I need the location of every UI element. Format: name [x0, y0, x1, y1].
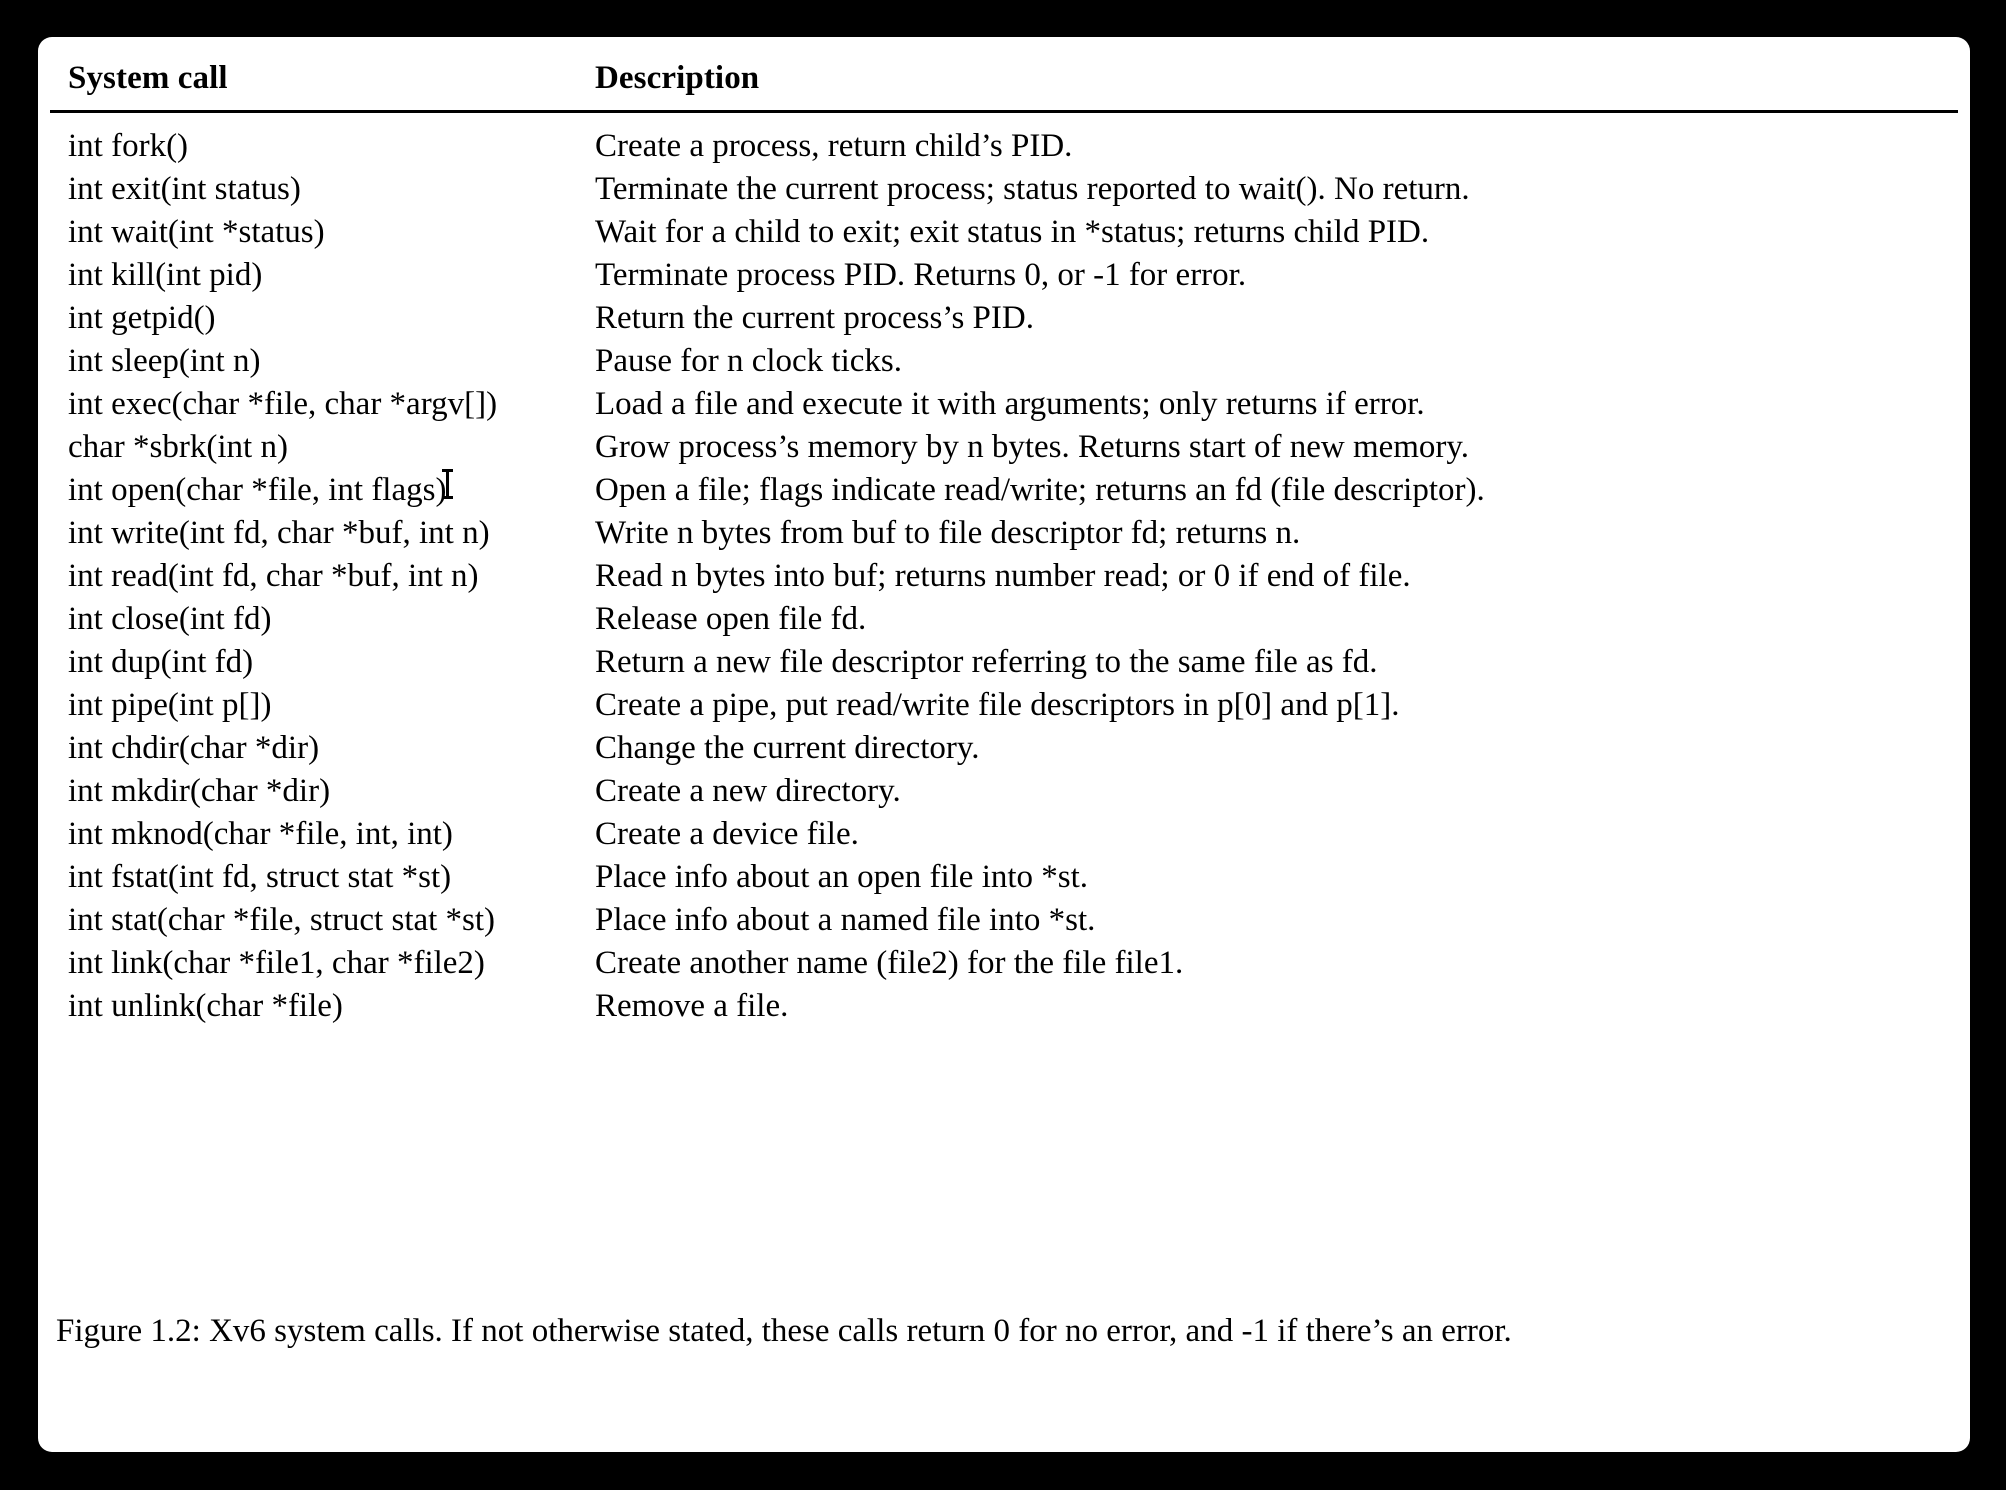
syscall-description-cell: Change the current directory. [595, 730, 980, 766]
column-header-description: Description [595, 60, 760, 96]
syscall-signature-cell: int open(char *file, int flags) [68, 472, 447, 508]
table-row: int read(int fd, char *buf, int n) Read n… [50, 555, 1958, 598]
table-row: int kill(int pid) Terminate process PID. … [50, 254, 1958, 297]
syscall-description-cell: Pause for n clock ticks. [595, 343, 903, 379]
table-row: int stat(char *file, struct stat *st) Pla… [50, 899, 1958, 942]
syscall-signature-cell: int dup(int fd) [68, 644, 254, 680]
syscall-signature-cell: int link(char *file1, char *file2) [68, 945, 485, 981]
table-row: int write(int fd, char *buf, int n) Write… [50, 512, 1958, 555]
syscall-description-cell: Terminate process PID. Returns 0, or -1 … [595, 257, 1247, 293]
syscall-description-cell: Create a process, return child’s PID. [595, 128, 1073, 164]
table-row: char *sbrk(int n) Grow process’s memory b… [50, 426, 1958, 469]
syscall-description-cell: Create another name (file2) for the file… [595, 945, 1184, 981]
syscall-signature-cell: int sleep(int n) [68, 343, 261, 379]
syscall-signature-cell: int exit(int status) [68, 171, 301, 207]
syscall-description-cell: Release open file fd. [595, 601, 867, 637]
syscall-description-cell: Load a file and execute it with argument… [595, 386, 1425, 422]
syscall-signature-cell: int write(int fd, char *buf, int n) [68, 515, 490, 551]
table-row: int dup(int fd) Return a new file descrip… [50, 641, 1958, 684]
syscall-description-cell: Return a new file descriptor referring t… [595, 644, 1378, 680]
syscall-signature-cell: int kill(int pid) [68, 257, 263, 293]
table-row: int wait(int *status) Wait for a child to… [50, 211, 1958, 254]
syscall-description-cell: Terminate the current process; status re… [595, 171, 1470, 207]
table-row: int unlink(char *file) Remove a file. [50, 985, 1958, 1028]
table-row: int open(char *file, int flags) Open a fi… [50, 469, 1958, 512]
syscall-signature-cell: int unlink(char *file) [68, 988, 343, 1024]
table-row: int close(int fd) Release open file fd. [50, 598, 1958, 641]
table-header-row: System call Description [50, 45, 1958, 112]
syscall-description-cell: Create a new directory. [595, 773, 901, 809]
syscall-description-cell: Grow process’s memory by n bytes. Return… [595, 429, 1470, 465]
table-row: int exec(char *file, char *argv[]) Load a… [50, 383, 1958, 426]
syscall-description-cell: Wait for a child to exit; exit status in… [595, 214, 1430, 250]
syscall-signature-cell: int exec(char *file, char *argv[]) [68, 386, 498, 422]
table-row: int mkdir(char *dir) Create a new directo… [50, 770, 1958, 813]
syscall-description-cell: Write n bytes from buf to file descripto… [595, 515, 1301, 551]
syscall-signature-cell: char *sbrk(int n) [68, 429, 288, 465]
syscall-signature-cell: int mkdir(char *dir) [68, 773, 331, 809]
syscall-signature-cell: int fstat(int fd, struct stat *st) [68, 859, 452, 895]
table-row: int fstat(int fd, struct stat *st) Place … [50, 856, 1958, 899]
table-row: int fork() Create a process, return child… [50, 112, 1958, 169]
table-row: int chdir(char *dir) Change the current d… [50, 727, 1958, 770]
syscall-signature-cell: int stat(char *file, struct stat *st) [68, 902, 496, 938]
syscall-signature-cell: int wait(int *status) [68, 214, 325, 250]
table-row: int getpid() Return the current process’s… [50, 297, 1958, 340]
syscall-signature-cell: int pipe(int p[]) [68, 687, 272, 723]
syscall-description-cell: Place info about an open file into *st. [595, 859, 1089, 895]
syscall-description-cell: Create a pipe, put read/write file descr… [595, 687, 1400, 723]
table-header: System call Description [50, 45, 1958, 112]
syscall-signature-cell: int fork() [68, 128, 189, 164]
figure-caption: Figure 1.2: Xv6 system calls. If not oth… [56, 1313, 1512, 1349]
syscall-description-cell: Remove a file. [595, 988, 789, 1024]
table-row: int exit(int status) Terminate the curren… [50, 168, 1958, 211]
syscall-description-cell: Open a file; flags indicate read/write; … [595, 472, 1485, 508]
syscall-table: System call Description int fork() Create… [50, 45, 1958, 1028]
table-body: int fork() Create a process, return child… [50, 112, 1958, 1029]
syscall-signature-cell: int getpid() [68, 300, 216, 336]
page-root: System call Description int fork() Create… [0, 0, 2006, 1490]
syscall-description-cell: Return the current process’s PID. [595, 300, 1034, 336]
syscall-description-cell: Read n bytes into buf; returns number re… [595, 558, 1411, 594]
figure-content: System call Description int fork() Create… [38, 37, 1970, 1452]
syscall-signature-cell: int chdir(char *dir) [68, 730, 320, 766]
table-row: int sleep(int n) Pause for n clock ticks. [50, 340, 1958, 383]
syscall-signature-cell: int close(int fd) [68, 601, 272, 637]
syscall-description-cell: Place info about a named file into *st. [595, 902, 1096, 938]
syscall-signature-cell: int read(int fd, char *buf, int n) [68, 558, 479, 594]
figure-panel: System call Description int fork() Create… [38, 37, 1970, 1452]
table-row: int link(char *file1, char *file2) Create… [50, 942, 1958, 985]
syscall-signature-cell: int mknod(char *file, int, int) [68, 816, 453, 852]
table-row: int pipe(int p[]) Create a pipe, put read… [50, 684, 1958, 727]
column-header-system-call: System call [68, 60, 228, 96]
syscall-description-cell: Create a device file. [595, 816, 859, 852]
table-row: int mknod(char *file, int, int) Create a … [50, 813, 1958, 856]
